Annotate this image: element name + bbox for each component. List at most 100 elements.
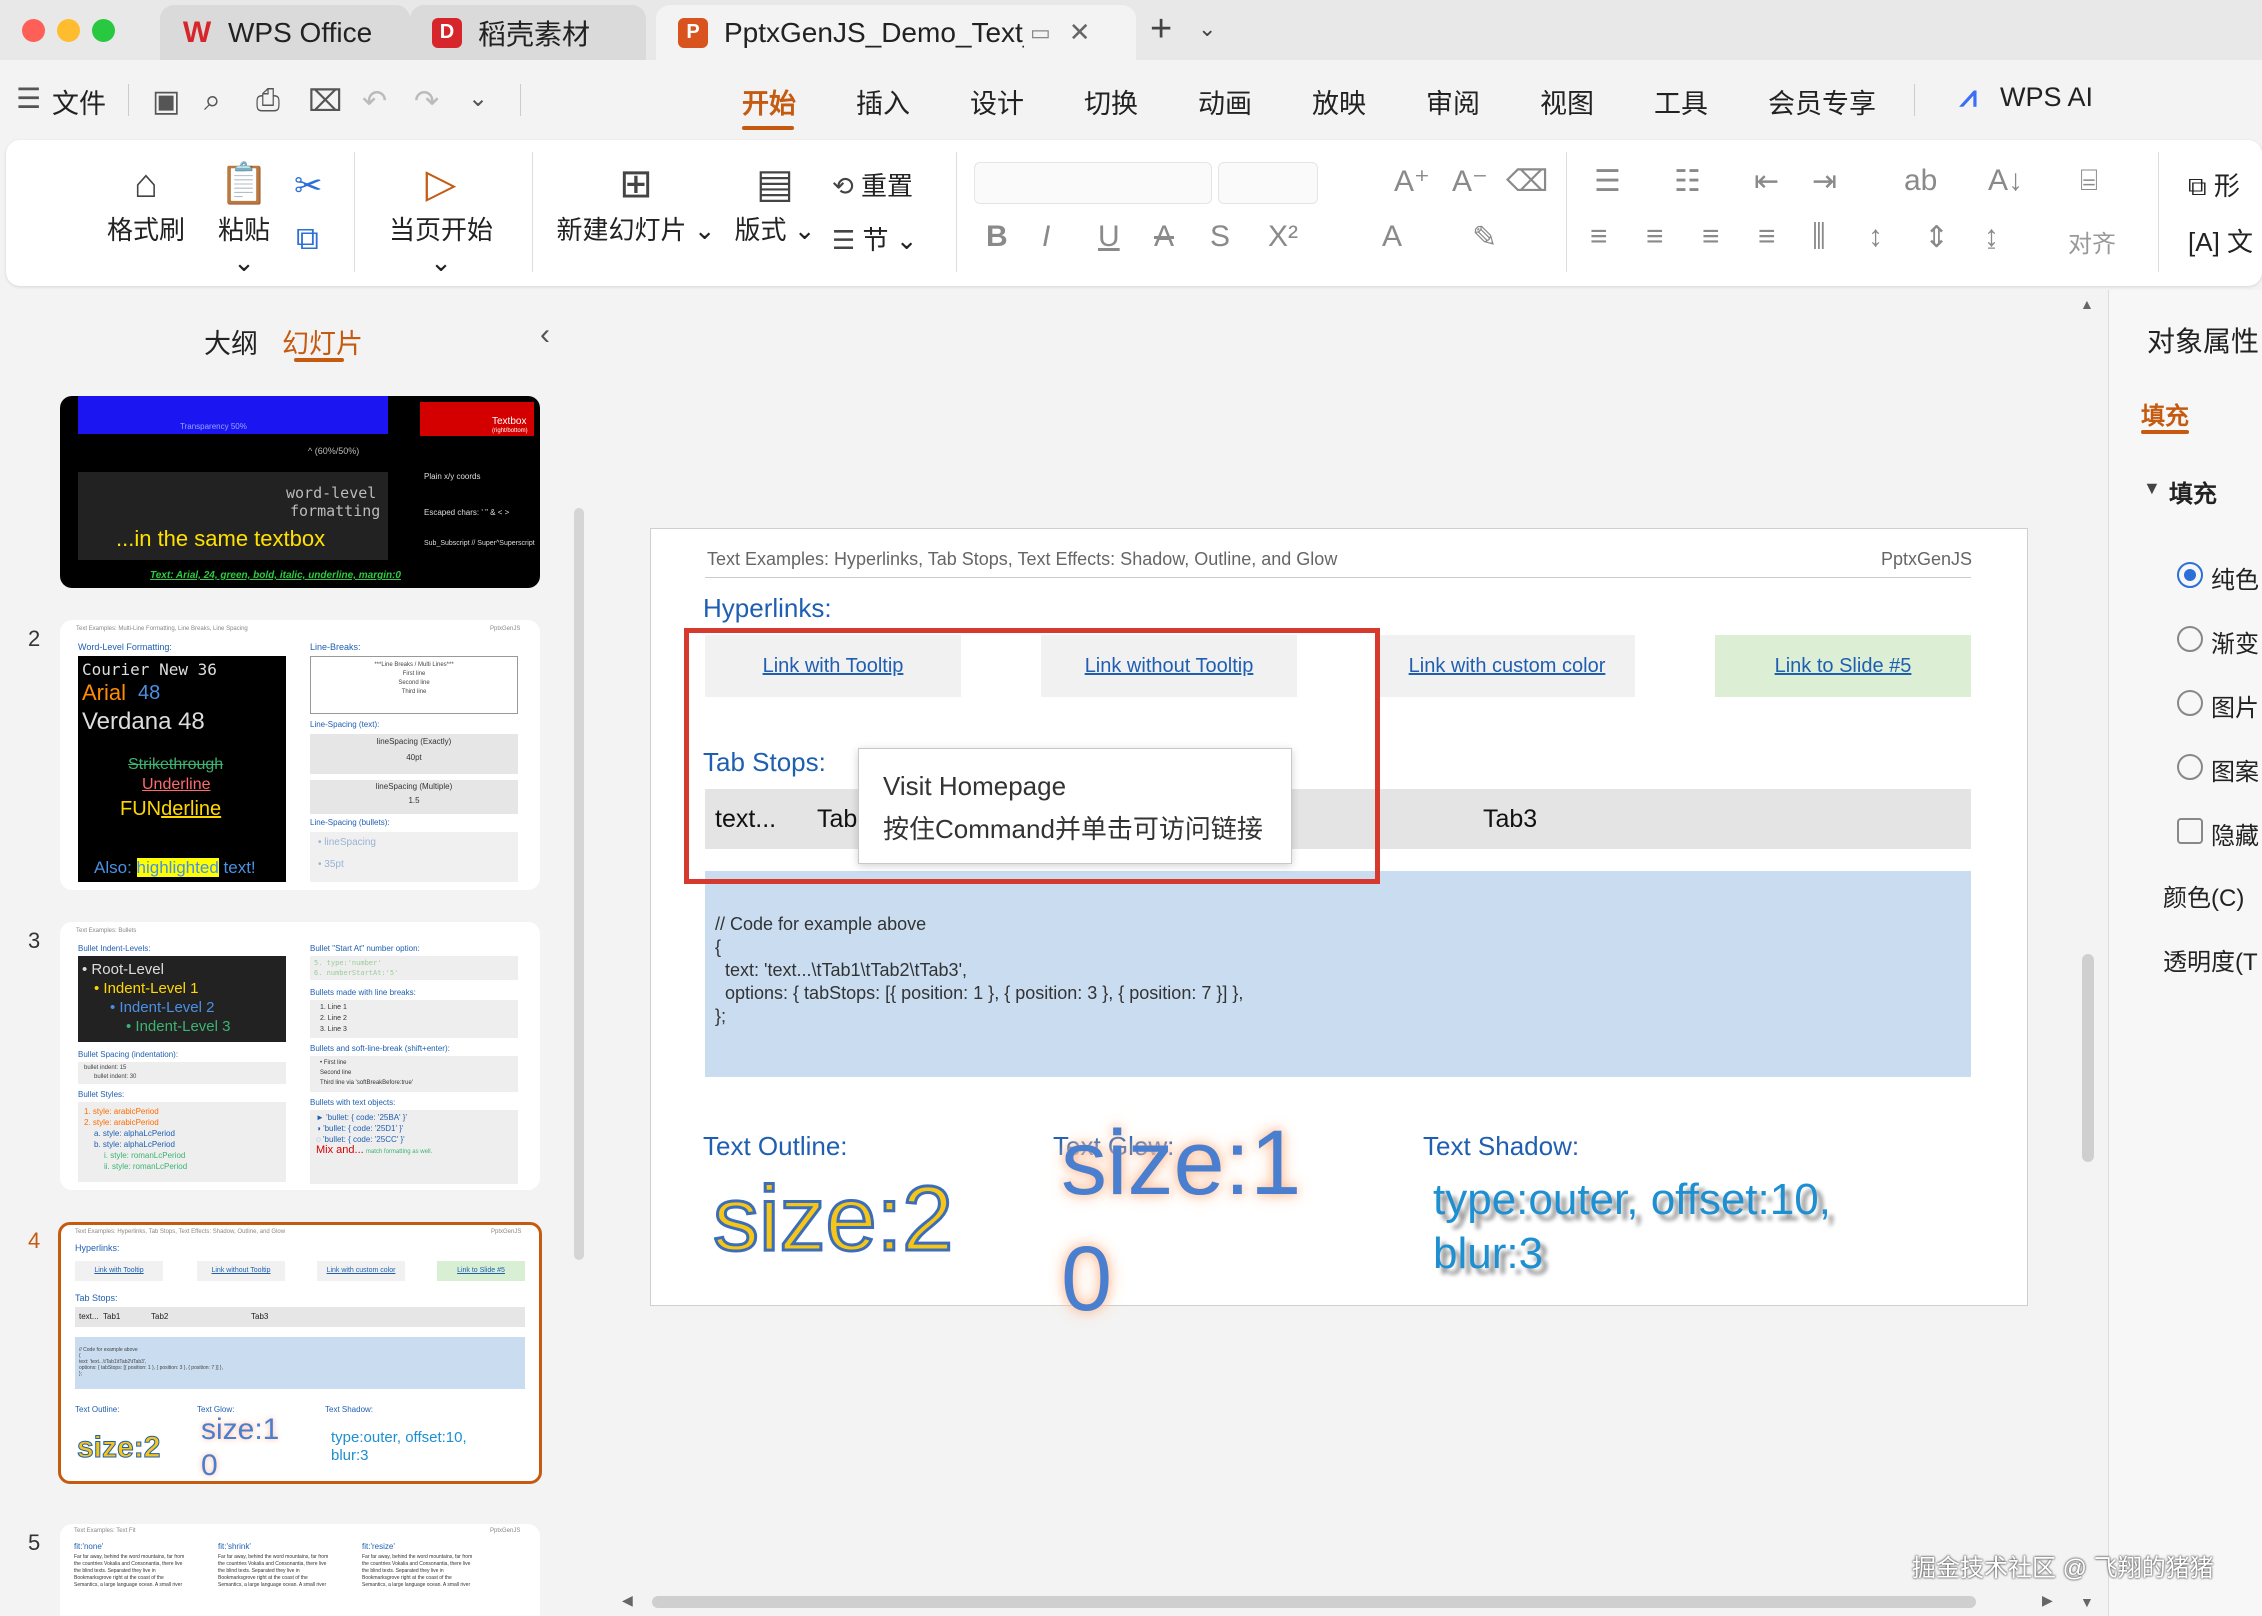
text-rotate-icon[interactable]: A↓ xyxy=(1988,164,2023,198)
font-family-select[interactable] xyxy=(974,162,1212,204)
scroll-left-arrow-icon[interactable]: ◀ xyxy=(622,1592,633,1609)
collapse-panel-icon[interactable]: ‹ xyxy=(540,318,550,352)
vertical-scrollbar[interactable] xyxy=(2082,954,2094,1162)
hamburger-menu-icon[interactable]: ☰ xyxy=(16,82,41,115)
save-icon[interactable]: ▣ xyxy=(152,84,180,119)
menu-animations[interactable]: 动画 xyxy=(1198,82,1252,121)
font-size-select[interactable] xyxy=(1218,162,1318,204)
bullets-icon[interactable]: ☰ xyxy=(1594,164,1621,199)
print-icon[interactable]: ⎙ xyxy=(256,84,280,118)
minimize-window-button[interactable] xyxy=(57,19,80,42)
bold-icon[interactable]: B xyxy=(986,220,1008,254)
line-spacing-icon[interactable]: ↕ xyxy=(1868,220,1883,254)
slide-thumbnail-5[interactable]: Text Examples: Text Fit PptxGenJS fit:'n… xyxy=(60,1524,540,1616)
gradient-fill-radio[interactable] xyxy=(2177,626,2203,652)
menu-membership[interactable]: 会员专享 xyxy=(1768,82,1876,121)
shadow-icon[interactable]: S xyxy=(1210,220,1230,254)
slide-thumbnail-4-selected[interactable]: Text Examples: Hyperlinks, Tab Stops, Te… xyxy=(58,1222,542,1484)
menu-file[interactable]: 文件 xyxy=(52,82,106,121)
menu-transitions[interactable]: 切换 xyxy=(1084,82,1138,121)
align-text-icon[interactable]: ⌸ xyxy=(2080,164,2098,198)
text-direction-icon[interactable]: ab xyxy=(1904,164,1937,198)
superscript-icon[interactable]: X² xyxy=(1268,220,1298,254)
cut-icon[interactable]: ✂ xyxy=(294,166,323,206)
close-window-button[interactable] xyxy=(22,19,45,42)
menu-tools[interactable]: 工具 xyxy=(1654,82,1708,121)
textbox-button[interactable]: [A] 文 xyxy=(2188,222,2253,259)
tab-pptx-demo[interactable]: P PptxGenJS_Demo_Text_2 ▭ ✕ xyxy=(656,5,1136,60)
clear-format-icon[interactable]: ⌫ xyxy=(1506,164,1548,199)
tab-wps-office[interactable]: W WPS Office xyxy=(160,5,410,60)
hide-fill-checkbox[interactable] xyxy=(2177,818,2203,844)
font-color-icon[interactable]: A xyxy=(1382,220,1402,254)
align-center-icon[interactable]: ≡ xyxy=(1646,220,1664,254)
horizontal-scrollbar[interactable] xyxy=(652,1596,1976,1608)
thumb-text: Text: Arial, 24, green, bold, italic, un… xyxy=(150,570,401,581)
link-to-slide-5[interactable]: Link to Slide #5 xyxy=(1775,655,1912,678)
slides-tab[interactable]: 幻灯片 xyxy=(282,322,363,361)
link-custom-color-box[interactable]: Link with custom color xyxy=(1379,635,1635,697)
tab-daoke[interactable]: D 稻壳素材 xyxy=(410,5,646,60)
undo-icon[interactable]: ↶ xyxy=(362,84,387,119)
menu-slideshow[interactable]: 放映 xyxy=(1312,82,1366,121)
maximize-window-button[interactable] xyxy=(92,19,115,42)
menu-insert[interactable]: 插入 xyxy=(856,82,910,121)
menu-wps-ai[interactable]: WPS AI xyxy=(2000,82,2093,113)
slide-thumbnail-3[interactable]: Text Examples: Bullets Bullet Indent-Lev… xyxy=(60,922,540,1190)
highlight-icon[interactable]: ✎ xyxy=(1472,220,1497,255)
menu-view[interactable]: 视图 xyxy=(1540,82,1594,121)
thumb-text: Tab3 xyxy=(251,1312,269,1321)
fill-tab[interactable]: 填充 xyxy=(2141,396,2189,431)
tab-list-chevron-icon[interactable]: ⌄ xyxy=(1198,16,1216,42)
redo-icon[interactable]: ↷ xyxy=(414,84,439,119)
menu-home[interactable]: 开始 xyxy=(742,82,796,121)
paragraph-spacing-icon[interactable]: ⇕ xyxy=(1924,220,1949,255)
align-left-icon[interactable]: ≡ xyxy=(1590,220,1608,254)
new-tab-icon[interactable]: + xyxy=(1150,8,1172,51)
underline-icon[interactable]: U xyxy=(1098,220,1120,254)
panel-scrollbar[interactable] xyxy=(574,508,584,1260)
paste-button[interactable]: 📋 粘贴 ⌄ xyxy=(204,158,284,278)
close-tab-icon[interactable]: ✕ xyxy=(1069,17,1091,48)
pattern-fill-radio[interactable] xyxy=(2177,754,2203,780)
print-preview-icon[interactable]: ⌧ xyxy=(308,84,343,119)
justify-icon[interactable]: ≡ xyxy=(1758,220,1776,254)
outline-tab[interactable]: 大纲 xyxy=(204,322,258,361)
start-from-current-button[interactable]: ▷ 当页开始 ⌄ xyxy=(376,158,506,278)
shape-button[interactable]: ⧉ 形 xyxy=(2188,166,2240,203)
more-chevron-icon[interactable]: ⌄ xyxy=(468,84,488,113)
increase-indent-icon[interactable]: ⇥ xyxy=(1812,164,1837,199)
new-slide-button[interactable]: ⊞ 新建幻灯片 ⌄ xyxy=(556,158,716,247)
section-button[interactable]: ☰ 节 ⌄ xyxy=(832,220,918,257)
decrease-font-icon[interactable]: A⁻ xyxy=(1452,164,1488,199)
align-right-icon[interactable]: ≡ xyxy=(1702,220,1720,254)
scroll-up-arrow-icon[interactable]: ▲ xyxy=(2080,296,2094,312)
scroll-down-arrow-icon[interactable]: ▼ xyxy=(2080,1594,2094,1610)
strikethrough-icon[interactable]: A xyxy=(1154,220,1174,254)
increase-font-icon[interactable]: A⁺ xyxy=(1394,164,1430,199)
menu-review[interactable]: 审阅 xyxy=(1426,82,1480,121)
reset-button[interactable]: ⟲ 重置 xyxy=(832,166,913,203)
numbering-icon[interactable]: ☷ xyxy=(1674,164,1701,199)
distribute-icon[interactable]: ⫼ xyxy=(1812,220,1826,254)
copy-icon[interactable]: ⧉ xyxy=(296,220,319,258)
link-to-slide-box[interactable]: Link to Slide #5 xyxy=(1715,635,1971,697)
thumb-text: PptxGenJS xyxy=(490,626,521,632)
format-painter-button[interactable]: ⌂ 格式刷 xyxy=(96,158,196,247)
menu-design[interactable]: 设计 xyxy=(970,82,1024,121)
slide-thumbnail-2[interactable]: Text Examples: Multi-Line Formatting, Li… xyxy=(60,620,540,890)
picture-fill-radio[interactable] xyxy=(2177,690,2203,716)
layout-button[interactable]: ▤ 版式 ⌄ xyxy=(732,158,818,247)
share-icon[interactable]: ⌕ xyxy=(204,84,221,118)
collapse-triangle-icon[interactable]: ▼ xyxy=(2143,478,2161,499)
scroll-right-arrow-icon[interactable]: ▶ xyxy=(2042,1592,2053,1609)
link-with-custom-color[interactable]: Link with custom color xyxy=(1409,655,1606,678)
thumb-text: Bookmarksgrove right at the coast of the xyxy=(74,1575,164,1581)
slide-thumbnail-1[interactable]: Transparency 50% Textbox (right/bottom) … xyxy=(60,396,540,588)
spacing-more-icon[interactable]: ↨ xyxy=(1984,220,1999,254)
solid-fill-radio[interactable] xyxy=(2177,562,2203,588)
italic-icon[interactable]: I xyxy=(1042,220,1050,254)
text-shadow-sample-line2: blur:3 xyxy=(1433,1229,1544,1278)
decrease-indent-icon[interactable]: ⇤ xyxy=(1754,164,1779,199)
align-label[interactable]: 对齐 xyxy=(2068,224,2116,259)
